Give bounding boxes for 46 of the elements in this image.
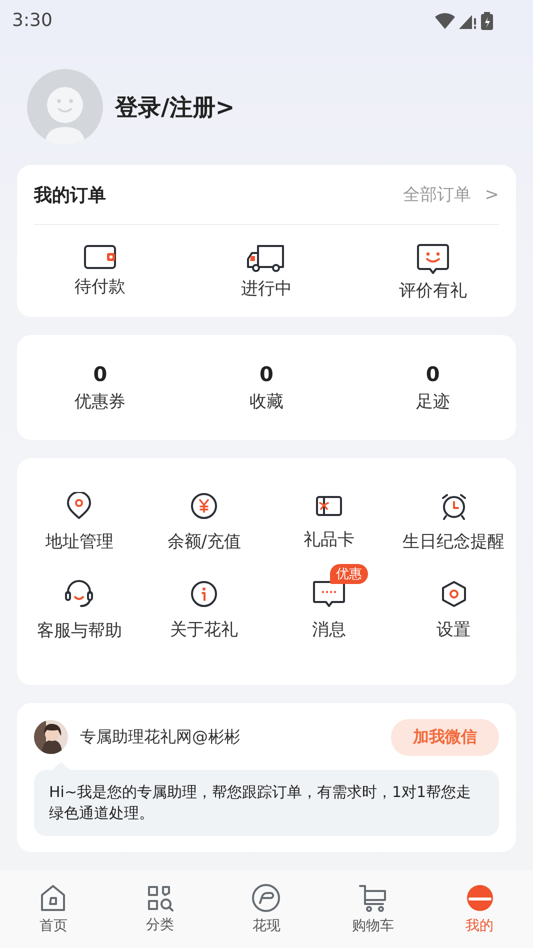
promo-badge: 优惠 <box>330 564 368 584</box>
stat-count: 0 <box>93 362 108 386</box>
order-status-label[interactable]: 进行中 <box>240 277 292 300</box>
order-status-label[interactable]: 评价有礼 <box>398 279 467 302</box>
service-label[interactable]: 余额/充值 <box>167 530 241 553</box>
signal-icon <box>459 12 477 29</box>
cart-icon <box>358 883 388 914</box>
chat-bubble-icon <box>251 883 282 914</box>
settings-icon <box>440 580 468 608</box>
assistant-message: Hi~我是您的专属助理，帮您跟踪订单，有需求时，1对1帮您走绿色通道处理。 <box>49 782 472 822</box>
info-icon <box>190 580 218 608</box>
tab-item[interactable]: 分类 <box>106 870 214 948</box>
wallet-icon <box>83 243 118 272</box>
stat-count: 0 <box>260 362 274 386</box>
headset-icon <box>64 579 94 610</box>
category-grid-icon <box>146 884 174 912</box>
tab-item[interactable]: 购物车 <box>320 870 426 948</box>
stat-label[interactable]: 足迹 <box>416 390 450 413</box>
avatar-icon[interactable] <box>27 69 103 146</box>
service-label[interactable]: 礼品卡 <box>303 528 354 551</box>
battery-icon <box>481 12 493 30</box>
message-icon <box>312 580 346 608</box>
login-register-link[interactable]: 登录/注册> <box>115 92 235 123</box>
tab-item[interactable]: 首页 <box>0 870 107 948</box>
orders-title: 我的订单 <box>34 184 106 207</box>
location-pin-icon <box>66 492 92 520</box>
alarm-clock-icon <box>440 492 468 520</box>
service-label[interactable]: 消息 <box>312 618 346 642</box>
yen-coin-icon <box>190 492 218 520</box>
home-icon <box>39 883 68 914</box>
stat-label[interactable]: 优惠券 <box>74 390 126 413</box>
status-time: 3:30 <box>12 10 52 32</box>
tab-item[interactable]: 花现 <box>213 870 320 948</box>
service-label[interactable]: 设置 <box>436 618 471 642</box>
smiley-chat-icon <box>416 243 450 276</box>
gift-card-icon <box>314 494 343 518</box>
service-label[interactable]: 客服与帮助 <box>36 619 122 642</box>
service-label[interactable]: 生日纪念提醒 <box>402 530 505 553</box>
stat-label[interactable]: 收藏 <box>249 390 284 413</box>
service-label[interactable]: 地址管理 <box>45 530 114 553</box>
assistant-name: 专属助理花礼网@彬彬 <box>80 726 241 748</box>
stat-count: 0 <box>426 362 440 386</box>
truck-icon <box>246 243 286 274</box>
order-status-label[interactable]: 待付款 <box>74 275 126 298</box>
wifi-icon <box>435 12 455 29</box>
service-label[interactable]: 关于花礼 <box>170 618 238 642</box>
